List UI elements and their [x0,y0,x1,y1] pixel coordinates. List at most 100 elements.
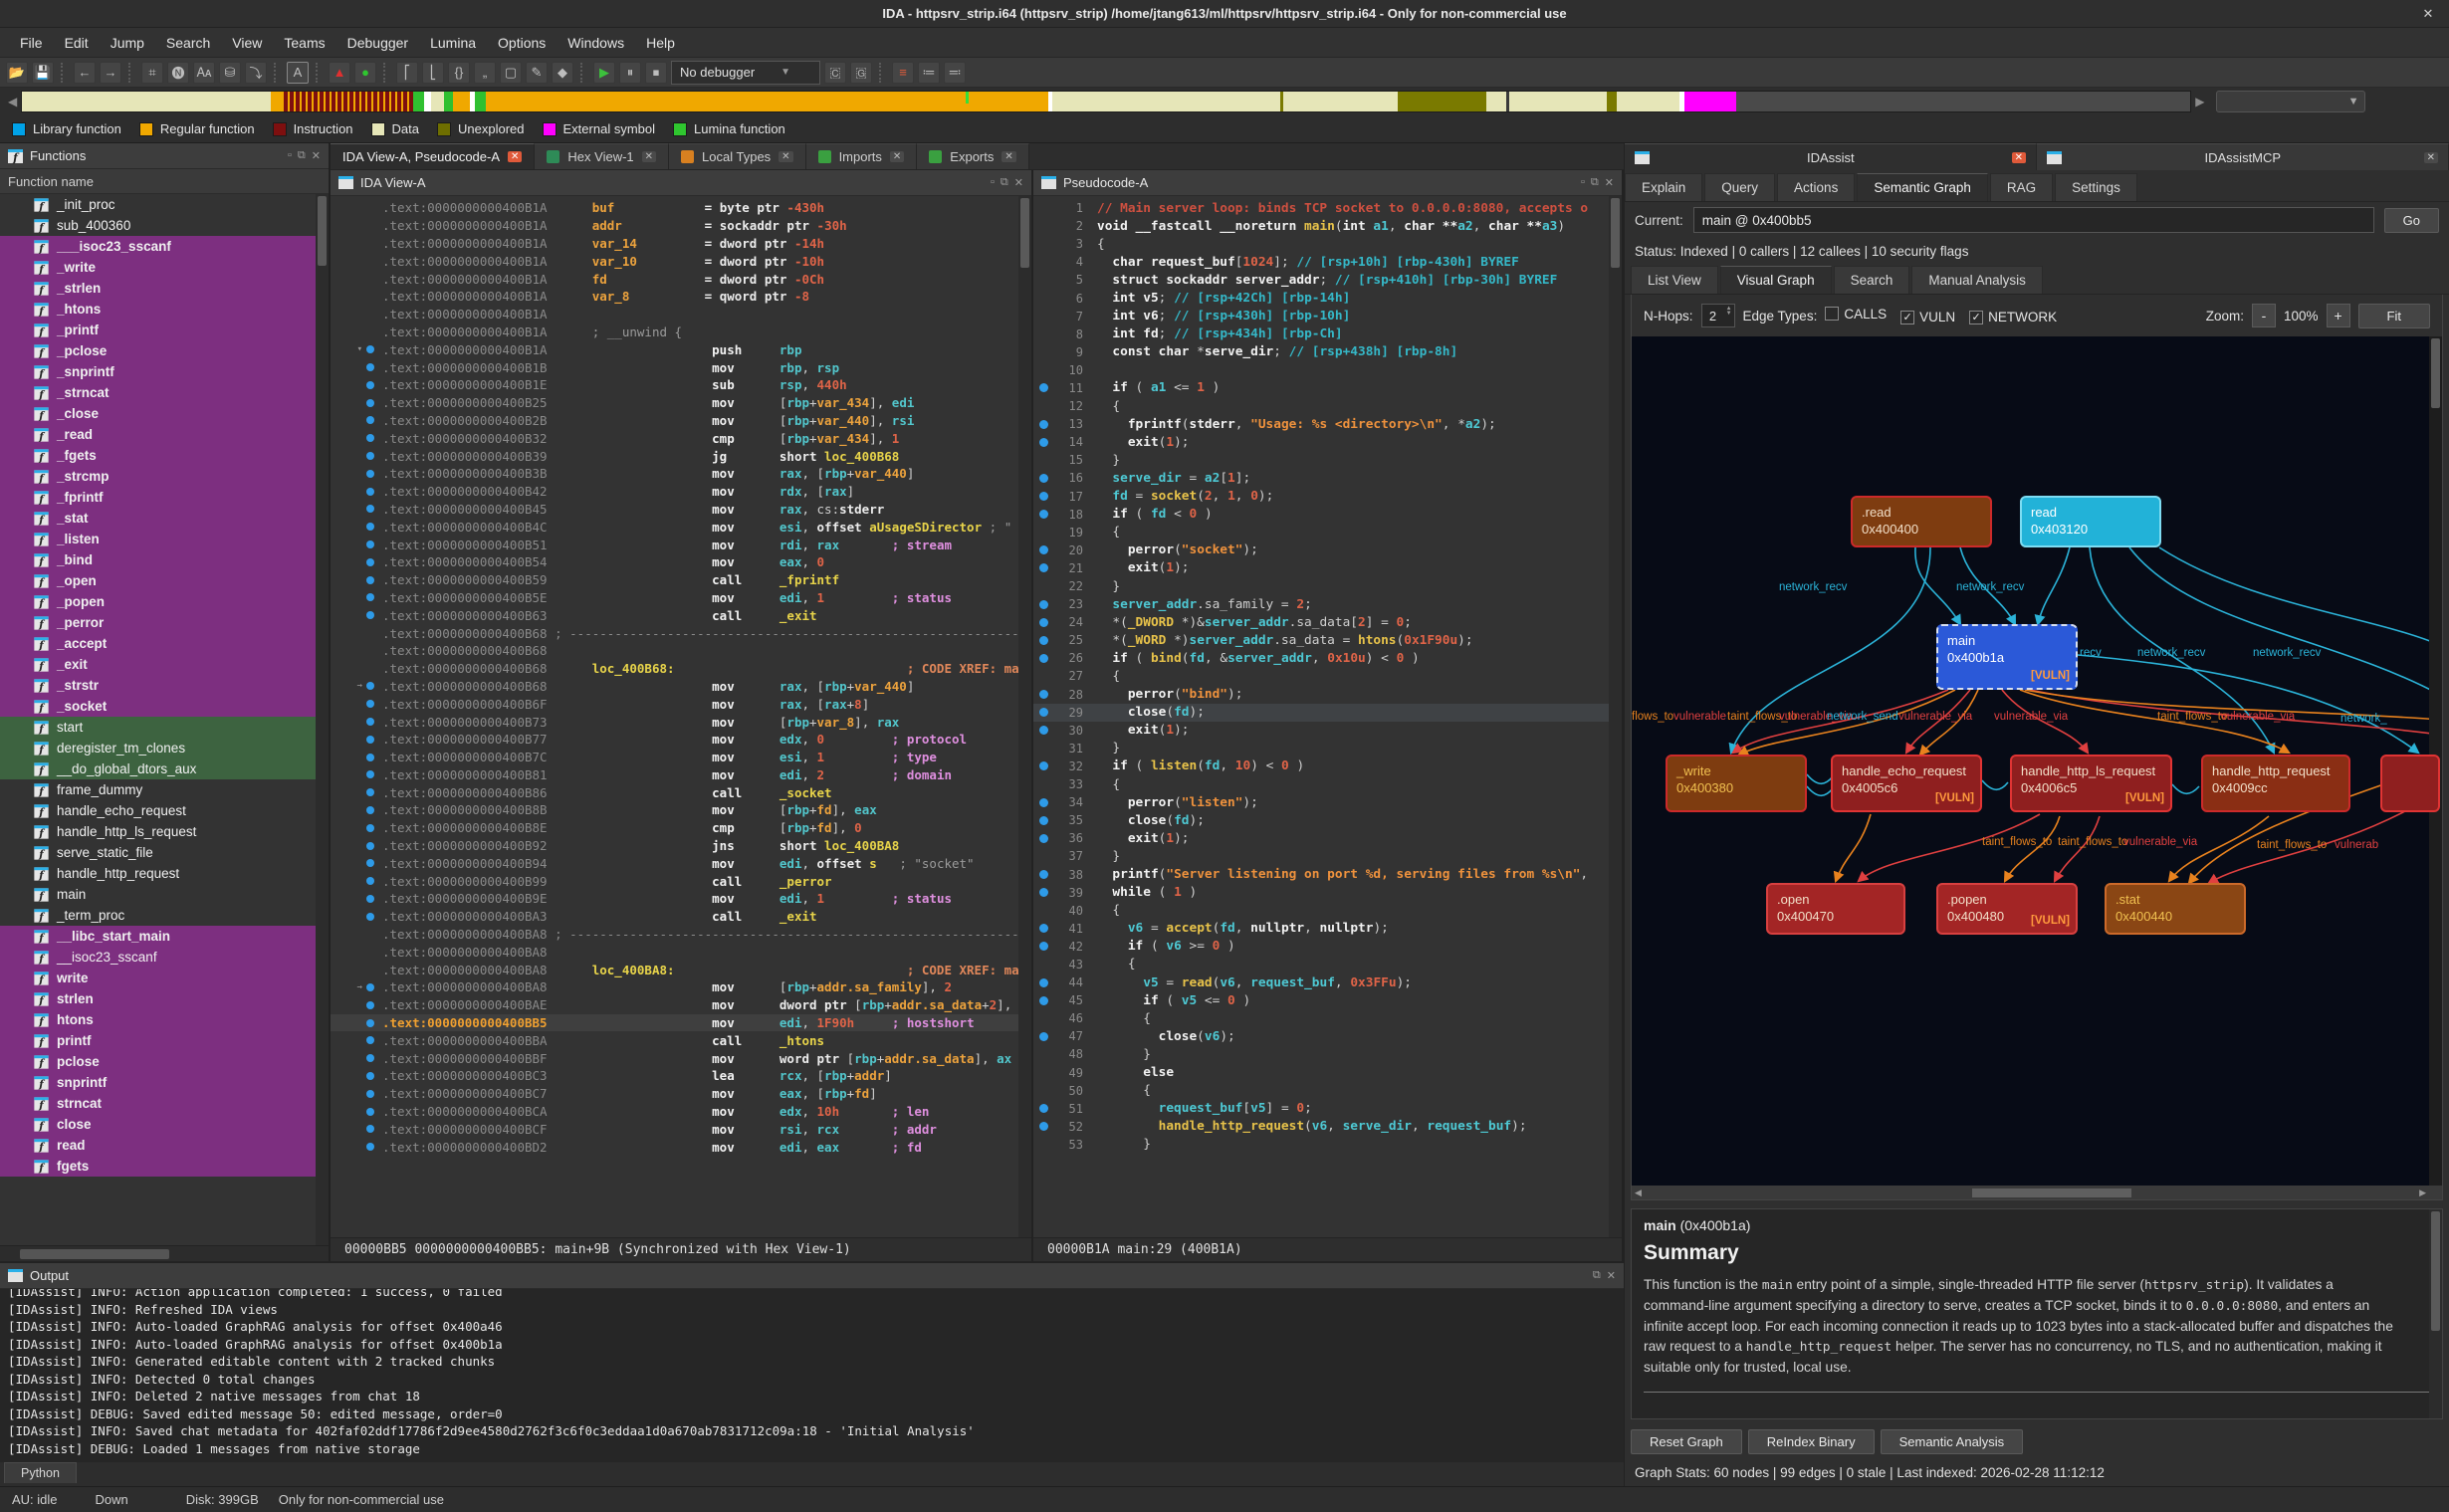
breakpoint-dot-icon[interactable] [366,1143,374,1151]
menu-help[interactable]: Help [636,31,685,55]
pseudocode-line[interactable]: 17 fd = socket(2, 1, 0); [1033,488,1622,506]
menu-teams[interactable]: Teams [274,31,334,55]
breakpoint-dot-icon[interactable] [366,399,374,407]
pseudocode-line[interactable]: 48 } [1033,1045,1622,1063]
save-icon[interactable]: 💾 [32,62,54,84]
pseudocode-line[interactable]: 53 } [1033,1136,1622,1154]
breakpoint-icon[interactable]: ▲ [329,62,350,84]
disasm-line[interactable]: .text:0000000000400B1A var_14 = dword pt… [331,235,1031,253]
disasm-line[interactable]: .text:0000000000400B86 call _socket [331,783,1031,801]
disasm-line[interactable]: .text:0000000000400B81 mov edi, 2 ; doma… [331,766,1031,784]
disasm-line[interactable]: .text:0000000000400B63 call _exit [331,606,1031,624]
menu-options[interactable]: Options [488,31,556,55]
function-list-item[interactable]: f_init_proc [0,194,329,215]
breakpoint-dot-icon[interactable] [1039,834,1048,843]
disasm-line[interactable]: .text:0000000000400B1E sub rsp, 440h [331,376,1031,394]
edge-type-network[interactable]: NETWORK [1969,310,2057,324]
braces-icon[interactable]: {} [448,62,470,84]
pseudocode-line[interactable]: 29 close(fd); [1033,704,1622,722]
open-file-icon[interactable]: 📂 [6,62,28,84]
disasm-line[interactable]: .text:0000000000400B68 loc_400B68: ; COD… [331,660,1031,678]
function-list-item[interactable]: f_htons [0,299,329,320]
function-list-item[interactable]: fprintf [0,1030,329,1051]
disasm-line[interactable]: .text:0000000000400BC7 mov eax, [rbp+fd] [331,1085,1031,1103]
restore-icon[interactable]: ▫ [991,176,995,189]
function-list-item[interactable]: fstrncat [0,1093,329,1114]
pseudocode-line[interactable]: 11 if ( a1 <= 1 ) [1033,379,1622,397]
breakpoint-dot-icon[interactable] [366,1054,374,1062]
disasm-line[interactable]: .text:0000000000400B92 jns short loc_400… [331,837,1031,855]
pseudocode-line[interactable]: 39 while ( 1 ) [1033,884,1622,902]
pseudocode-line[interactable]: 7 int v6; // [rsp+430h] [rbp-10h] [1033,308,1622,325]
back-icon[interactable]: ← [74,62,96,84]
pseudocode-line[interactable]: 37 } [1033,847,1622,865]
attach-icon[interactable]: 🇨 [824,62,846,84]
pseudocode-line[interactable]: 3{ [1033,235,1622,253]
pseudocode-line[interactable]: 34 perror("listen"); [1033,793,1622,811]
tab-explain[interactable]: Explain [1625,173,1702,201]
breakpoint-dot-icon[interactable] [1039,438,1048,447]
run-icon[interactable]: ▶ [593,62,615,84]
disasm-line[interactable]: .text:0000000000400B42 mov rdx, [rax] [331,483,1031,501]
disasm-line[interactable]: .text:0000000000400B51 mov rdi, rax ; st… [331,536,1031,553]
strings-icon[interactable]: 🗛 [193,62,215,84]
breakpoint-dot-icon[interactable] [366,877,374,885]
pseudocode-header[interactable]: Pseudocode-A ▫ ⧉ ✕ [1033,170,1622,196]
function-list-item[interactable]: f_stat [0,508,329,529]
close-icon[interactable]: ✕ [2417,4,2439,24]
function-list-item[interactable]: fstart [0,717,329,738]
function-list-item[interactable]: fhandle_http_ls_request [0,821,329,842]
function-list-item[interactable]: fstrlen [0,988,329,1009]
pseudocode-line[interactable]: 52 handle_http_request(v6, serve_dir, re… [1033,1118,1622,1136]
tab-exports[interactable]: Exports✕ [917,143,1028,169]
breakpoint-dot-icon[interactable] [1039,726,1048,735]
breakpoint-dot-icon[interactable] [366,1001,374,1009]
breakpoint-dot-icon[interactable] [366,416,374,424]
tab-close-icon[interactable]: ✕ [1002,151,1015,162]
disasm-line[interactable]: →.text:0000000000400B68 mov rax, [rbp+va… [331,678,1031,696]
pseudocode-line[interactable]: 1// Main server loop: binds TCP socket t… [1033,199,1622,217]
tab-close-icon[interactable]: ✕ [779,151,792,162]
tab-query[interactable]: Query [1704,173,1775,201]
zoom-in-button[interactable]: + [2327,304,2350,327]
disasm-line[interactable]: .text:0000000000400B1A var_8 = qword ptr… [331,288,1031,306]
pseudocode-line[interactable]: 25 *(_WORD *)server_addr.sa_data = htons… [1033,631,1622,649]
disasm-line[interactable]: .text:0000000000400B68 [331,642,1031,660]
function-list-item[interactable]: f_open [0,570,329,591]
output-log[interactable]: [IDAssist] INFO: Action application comp… [0,1289,1624,1462]
semantic-graph-canvas[interactable]: network_recvnetwork_recvrecvnetwork_recv… [1632,336,2442,1186]
function-list-item[interactable]: f_strncat [0,382,329,403]
pseudocode-line[interactable]: 30 exit(1); [1033,722,1622,740]
breakpoint-dot-icon[interactable] [366,558,374,566]
maximize-icon[interactable]: ⧉ [1591,176,1599,189]
graph-node-stat[interactable]: .stat0x400440 [2105,883,2246,935]
breakpoint-dot-icon[interactable] [366,682,374,690]
navband-left-chevron[interactable]: ◀ [8,95,17,108]
tab-imports[interactable]: Imports✕ [806,143,918,169]
diamond-icon[interactable]: ◆ [552,62,573,84]
graph-node-summary[interactable]: main (0x400b1a) Summary This function is… [1631,1208,2443,1419]
pseudocode-line[interactable]: 38 printf("Server listening on port %d, … [1033,865,1622,883]
breakpoint-dot-icon[interactable] [366,381,374,389]
pause-icon[interactable]: ⏸ [619,62,641,84]
pseudocode-line[interactable]: 9 const char *serve_dir; // [rsp+438h] [… [1033,343,1622,361]
tab-manual-analysis[interactable]: Manual Analysis [1911,266,2043,294]
breakpoint-dot-icon[interactable] [1039,996,1048,1005]
disasm-line[interactable]: .text:0000000000400B9E mov edi, 1 ; stat… [331,890,1031,908]
pseudocode-line[interactable]: 28 perror("bind"); [1033,686,1622,704]
breakpoint-dot-icon[interactable] [366,576,374,584]
pseudocode-line[interactable]: 43 { [1033,956,1622,973]
function-list-item[interactable]: fpclose [0,1051,329,1072]
tab-ida-view-a-pseudocode-a[interactable]: IDA View-A, Pseudocode-A✕ [331,143,535,169]
graph-node-main[interactable]: main0x400b1a[VULN] [1936,624,2078,690]
breakpoint-dot-icon[interactable] [366,718,374,726]
disasm-line[interactable]: .text:0000000000400B54 mov eax, 0 [331,553,1031,571]
list2-icon[interactable]: ≔ [918,62,940,84]
pseudocode-line[interactable]: 31 } [1033,740,1622,757]
semantic-analysis-button[interactable]: Semantic Analysis [1881,1429,2024,1454]
breakpoint-dot-icon[interactable] [1039,492,1048,501]
ida-view-a-header[interactable]: IDA View-A ▫ ⧉ ✕ [331,170,1031,196]
checkbox-icon[interactable] [1900,311,1914,324]
function-list-item[interactable]: f_perror [0,612,329,633]
maximize-icon[interactable]: ⧉ [1593,1269,1601,1282]
